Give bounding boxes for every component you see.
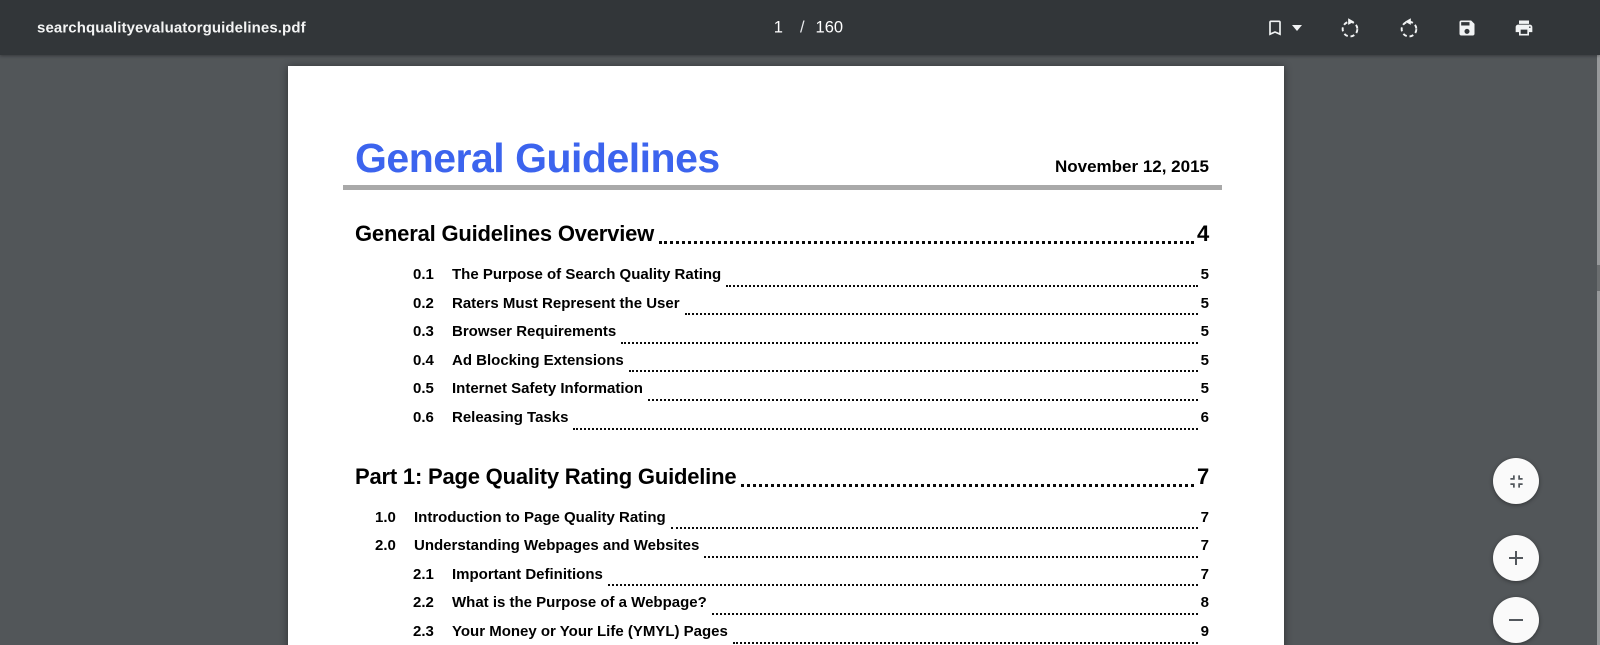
toc-entry-page: 7 xyxy=(1200,508,1209,526)
toc-entry-label: What is the Purpose of a Webpage? xyxy=(452,594,707,612)
toc-entry-label: Part 1: Page Quality Rating Guideline xyxy=(355,463,737,489)
toc-entry-number: 1.0 xyxy=(375,508,396,526)
toc-entry[interactable]: General Guidelines Overview 4 xyxy=(355,219,1209,249)
table-of-contents: General Guidelines Overview 4 0.1 The Pu… xyxy=(288,219,1284,645)
caret-down-icon xyxy=(1292,24,1302,31)
toc-dotted-leader xyxy=(628,370,1198,373)
toolbar-actions xyxy=(1265,17,1534,39)
toc-entry-number: 2.2 xyxy=(413,594,434,612)
toc-entry[interactable]: 2.3 Your Money or Your Life (YMYL) Pages… xyxy=(355,618,1209,645)
toc-dotted-leader xyxy=(732,641,1198,644)
zoom-in-button[interactable] xyxy=(1493,535,1539,581)
toc-entry-label: Important Definitions xyxy=(452,565,603,583)
toc-entry-page: 5 xyxy=(1200,380,1209,398)
toc-entry[interactable]: 2.2 What is the Purpose of a Webpage? 8 xyxy=(355,589,1209,618)
toc-entry[interactable]: 0.2 Raters Must Represent the User 5 xyxy=(355,290,1209,319)
toc-entry-page: 7 xyxy=(1200,537,1209,555)
bookmarks-menu-button[interactable] xyxy=(1265,18,1302,38)
print-icon xyxy=(1514,18,1534,38)
toc-dotted-leader xyxy=(670,527,1198,530)
toc-entry-page: 5 xyxy=(1200,323,1209,341)
pdf-viewer-toolbar: searchqualityevaluatorguidelines.pdf / 1… xyxy=(0,0,1600,55)
toc-entry-label: Introduction to Page Quality Rating xyxy=(414,508,666,526)
toc-entry[interactable]: 0.6 Releasing Tasks 6 xyxy=(355,404,1209,433)
plus-icon xyxy=(1505,547,1527,569)
toc-entry-label: Raters Must Represent the User xyxy=(452,294,680,312)
toc-entry-page: 9 xyxy=(1200,622,1209,640)
document-header: General Guidelines November 12, 2015 xyxy=(288,136,1284,181)
toc-entry-label: Browser Requirements xyxy=(452,323,617,341)
toc-entry-label: General Guidelines Overview xyxy=(355,221,655,246)
toc-entry-label: Understanding Webpages and Websites xyxy=(414,537,700,555)
toc-entry-page: 6 xyxy=(1200,408,1209,426)
page-separator: / xyxy=(799,18,805,36)
fit-to-page-button[interactable] xyxy=(1493,458,1539,504)
toc-dotted-leader xyxy=(647,398,1198,401)
rotate-counterclockwise-button[interactable] xyxy=(1398,17,1420,39)
rotate-clockwise-icon xyxy=(1339,17,1361,39)
toc-dotted-leader xyxy=(659,241,1194,244)
toc-entry-label: Ad Blocking Extensions xyxy=(452,351,624,369)
rotate-clockwise-button[interactable] xyxy=(1339,17,1361,39)
document-title: General Guidelines xyxy=(355,135,720,181)
toc-entry-page: 5 xyxy=(1200,294,1209,312)
toc-dotted-leader xyxy=(741,483,1194,487)
toc-entry[interactable]: 0.5 Internet Safety Information 5 xyxy=(355,375,1209,404)
toc-entry[interactable]: Part 1: Page Quality Rating Guideline 7 xyxy=(355,462,1209,492)
title-underline xyxy=(343,185,1222,190)
toc-entry[interactable]: 2.1 Important Definitions 7 xyxy=(355,561,1209,590)
save-button[interactable] xyxy=(1457,18,1477,38)
toc-entry-number: 0.5 xyxy=(413,380,434,398)
toc-dotted-leader xyxy=(704,555,1198,558)
pdf-canvas: General Guidelines November 12, 2015 Gen… xyxy=(0,55,1600,645)
toc-entry-label: Your Money or Your Life (YMYL) Pages xyxy=(452,622,728,640)
toc-entry[interactable]: 1.0 Introduction to Page Quality Rating … xyxy=(355,504,1209,533)
rotate-counterclockwise-icon xyxy=(1398,17,1420,39)
toc-dotted-leader xyxy=(621,341,1198,344)
toc-entry-label: Internet Safety Information xyxy=(452,380,643,398)
toc-entry-page: 7 xyxy=(1200,565,1209,583)
toc-dotted-leader xyxy=(726,284,1198,287)
toc-entry-number: 2.1 xyxy=(413,565,434,583)
toc-entry-number: 2.3 xyxy=(413,622,434,640)
minus-icon xyxy=(1505,609,1527,631)
toc-entry[interactable]: 0.3 Browser Requirements 5 xyxy=(355,318,1209,347)
toc-entry-page: 7 xyxy=(1196,463,1209,489)
toc-dotted-leader xyxy=(711,612,1198,615)
toc-entry-page: 8 xyxy=(1200,594,1209,612)
toc-entry-page: 5 xyxy=(1200,266,1209,283)
toc-entry[interactable]: 0.4 Ad Blocking Extensions 5 xyxy=(355,347,1209,376)
toc-entry-number: 0.2 xyxy=(413,294,434,312)
toc-entry-number: 0.6 xyxy=(413,408,434,426)
fit-to-page-icon xyxy=(1506,471,1527,492)
toc-entry-label: Releasing Tasks xyxy=(452,408,569,426)
bookmark-icon xyxy=(1265,18,1285,38)
page-total-count: 160 xyxy=(815,18,844,36)
toc-entry-label: The Purpose of Search Quality Rating xyxy=(452,266,722,283)
page-number-input[interactable] xyxy=(756,18,783,37)
toc-dotted-leader xyxy=(573,427,1198,430)
toc-entry-page: 5 xyxy=(1200,351,1209,369)
document-date: November 12, 2015 xyxy=(1054,157,1209,176)
document-filename: searchqualityevaluatorguidelines.pdf xyxy=(37,19,306,36)
toc-dotted-leader xyxy=(684,313,1198,316)
toc-entry-number: 0.3 xyxy=(413,323,434,341)
pdf-page: General Guidelines November 12, 2015 Gen… xyxy=(288,66,1284,645)
zoom-out-button[interactable] xyxy=(1493,597,1539,643)
print-button[interactable] xyxy=(1514,18,1534,38)
toc-entry[interactable]: 2.0 Understanding Webpages and Websites … xyxy=(355,532,1209,561)
toc-dotted-leader xyxy=(607,584,1198,587)
page-navigation: / 160 xyxy=(756,18,844,37)
save-icon xyxy=(1457,18,1477,38)
toc-entry-number: 0.1 xyxy=(413,266,434,283)
toc-entry-number: 0.4 xyxy=(413,351,434,369)
toc-entry-number: 2.0 xyxy=(375,537,396,555)
toc-entry[interactable]: 0.1 The Purpose of Search Quality Rating… xyxy=(355,261,1209,290)
toc-entry-page: 4 xyxy=(1196,221,1209,246)
